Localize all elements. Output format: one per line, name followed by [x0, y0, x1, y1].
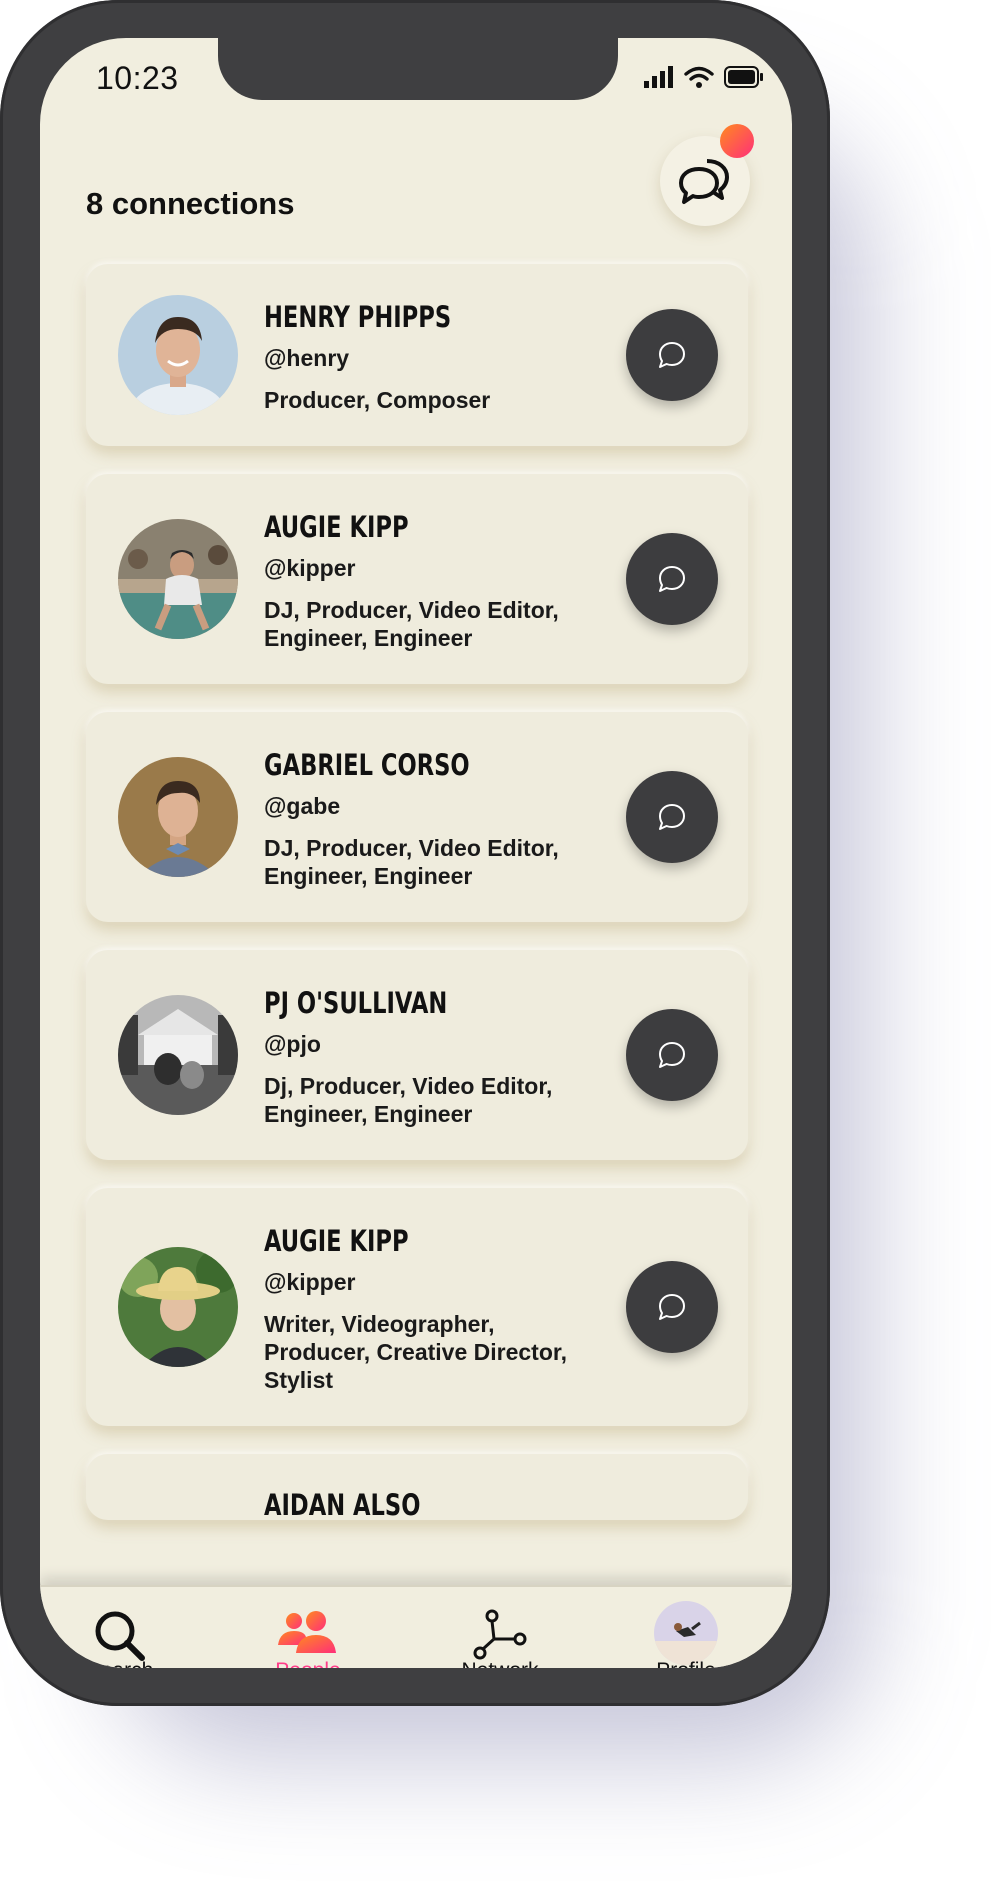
message-button[interactable] — [626, 309, 718, 401]
connection-name: PJ O'SULLIVAN — [264, 986, 448, 1020]
chat-icon — [659, 1294, 685, 1320]
tab-label: People — [228, 1659, 388, 1668]
avatar — [118, 1247, 238, 1367]
avatar — [118, 295, 238, 415]
signal-icon — [644, 66, 673, 88]
connection-roles: Writer, Videographer, Producer, Creative… — [264, 1311, 567, 1393]
notch — [218, 38, 618, 100]
connection-name: AUGIE KIPP — [264, 510, 409, 544]
chat-icon — [659, 804, 685, 830]
connection-card[interactable]: AIDAN ALSO — [86, 1454, 748, 1522]
phone-frame: 10:23 8 connections HENRY PHIPPS @henry … — [0, 0, 830, 1706]
avatar — [118, 519, 238, 639]
chat-bubbles-icon — [679, 159, 729, 204]
connection-roles: Producer, Composer — [264, 387, 491, 413]
tab-search[interactable]: Search — [40, 1587, 200, 1668]
message-button[interactable] — [626, 533, 718, 625]
connections-list: HENRY PHIPPS @henry Producer, Composer A… — [86, 264, 748, 1548]
status-time: 10:23 — [96, 60, 179, 96]
connection-card[interactable]: AUGIE KIPP @kipper Writer, Videographer,… — [86, 1188, 748, 1426]
people-icon — [278, 1611, 336, 1653]
search-icon — [95, 1611, 145, 1661]
profile-avatar — [654, 1601, 718, 1665]
chat-icon — [659, 342, 685, 368]
message-button[interactable] — [626, 771, 718, 863]
tab-label: Network — [420, 1659, 580, 1668]
tab-bar: Search People — [40, 1585, 792, 1668]
chat-icon — [659, 566, 685, 592]
tab-label: Search — [40, 1659, 200, 1668]
screen: 10:23 8 connections HENRY PHIPPS @henry … — [40, 38, 792, 1668]
battery-icon — [724, 66, 763, 88]
connection-roles: DJ, Producer, Video Editor, Engineer, En… — [264, 597, 559, 651]
connection-name: HENRY PHIPPS — [264, 300, 452, 334]
connection-card[interactable]: PJ O'SULLIVAN @pjo Dj, Producer, Video E… — [86, 950, 748, 1160]
connection-card[interactable]: HENRY PHIPPS @henry Producer, Composer — [86, 264, 748, 446]
wifi-icon — [684, 66, 714, 88]
network-icon — [473, 1609, 527, 1660]
connection-roles: DJ, Producer, Video Editor, Engineer, En… — [264, 835, 559, 889]
tab-label: Profile — [606, 1659, 766, 1668]
chat-icon — [659, 1042, 685, 1068]
tab-people[interactable]: People — [228, 1587, 388, 1668]
connection-roles: Dj, Producer, Video Editor, Engineer, En… — [264, 1073, 553, 1127]
connection-card[interactable]: GABRIEL CORSO @gabe DJ, Producer, Video … — [86, 712, 748, 922]
notification-badge — [720, 124, 754, 158]
status-icons — [644, 66, 764, 88]
connection-name: GABRIEL CORSO — [264, 748, 470, 782]
connection-card[interactable]: AUGIE KIPP @kipper DJ, Producer, Video E… — [86, 474, 748, 684]
avatar — [118, 757, 238, 877]
tab-profile[interactable]: Profile — [606, 1587, 766, 1668]
avatar — [118, 995, 238, 1115]
connection-name: AIDAN ALSO — [264, 1488, 421, 1522]
message-button[interactable] — [626, 1009, 718, 1101]
connections-count: 8 connections — [86, 186, 295, 221]
message-button[interactable] — [626, 1261, 718, 1353]
tab-network[interactable]: Network — [420, 1587, 580, 1668]
connection-name: AUGIE KIPP — [264, 1224, 409, 1258]
